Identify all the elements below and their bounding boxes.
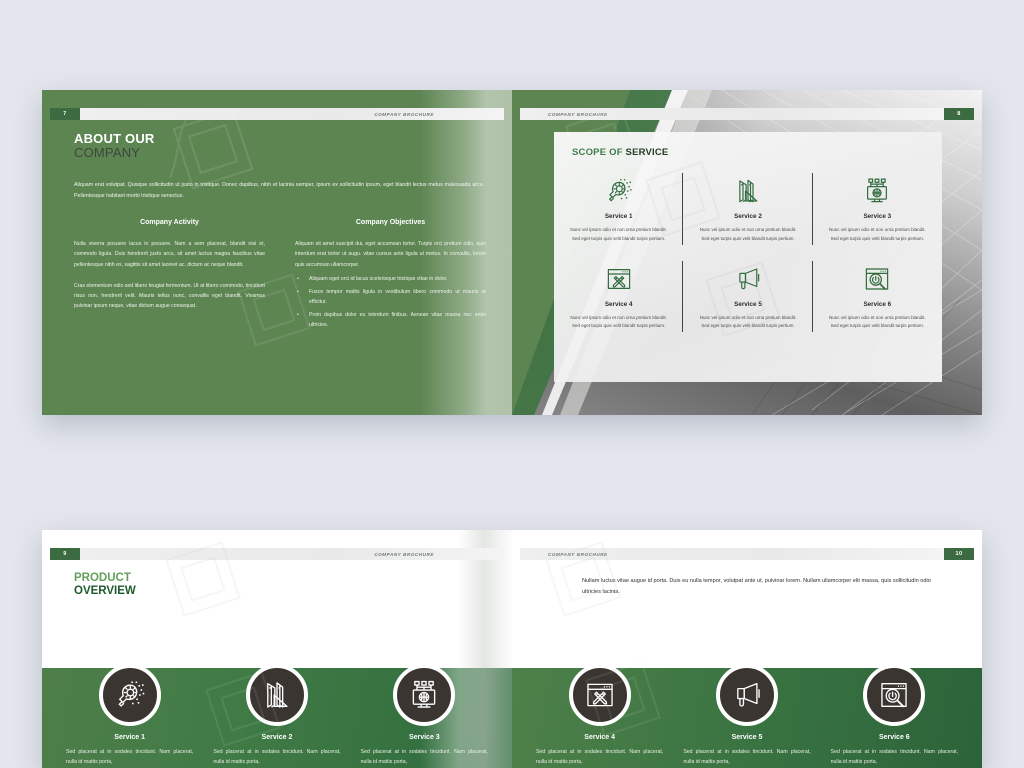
browser-design-tools-icon	[568, 664, 631, 727]
company-objectives-bullets: Aliquam eget orci id lacus scelerisque t…	[295, 274, 486, 331]
page7-title-line2: COMPANY	[74, 145, 141, 161]
page7-number-badge: 7	[50, 108, 80, 120]
page10-header: COMPANY BROCHURE 10	[512, 548, 982, 560]
page9-brand-label: COMPANY BROCHURE	[374, 551, 434, 557]
page10-intro-paragraph: Nullam luctus vitae augue id porta. Duis…	[582, 578, 931, 596]
page7-title-line1: ABOUT OUR	[74, 131, 155, 146]
page10-number-badge: 10	[944, 548, 974, 560]
monitor-network-icon	[393, 664, 456, 727]
overview-item-desc: Sed placerat at in sodales tincidunt. Na…	[66, 749, 194, 766]
lightbulb-gear-icon	[568, 172, 669, 210]
overview-item-6[interactable]: Service 6 Sed placerat at in sodales tin…	[821, 664, 968, 768]
scope-of-service-title: SCOPE OF SERVICE	[554, 132, 942, 158]
page7-columns: Company Activity Nulla viverra posuere l…	[74, 219, 486, 330]
service-desc: Nunc vel ipsum odio et non urna pretium …	[699, 314, 797, 329]
page10-service-circles: Service 4 Sed placerat at in sodales tin…	[526, 664, 968, 768]
page-scope-of-service: COMPANY BROCHURE 8 SCOPE OF SERVICE Serv…	[512, 90, 982, 415]
page8-header-bar: COMPANY BROCHURE	[520, 108, 944, 120]
service-desc: Nunc vel ipsum odio et non urna pretium …	[570, 227, 667, 241]
overview-item-name: Service 1	[114, 734, 146, 742]
list-item: Aliquam eget orci id lacus scelerisque t…	[295, 274, 486, 284]
overview-item-desc: Sed placerat at in sodales tincidunt. Na…	[830, 749, 958, 766]
service-cell-6[interactable]: Service 6 Nunc vel ipsum odio et non urn…	[813, 253, 942, 341]
service-cell-4[interactable]: Service 4 Nunc vel ipsum odio et non urn…	[554, 253, 684, 341]
page-about-our-company: 7 COMPANY BROCHURE ABOUT OUR COMPANY Ali…	[42, 90, 512, 415]
service-desc: Nunc vel ipsum odio et non urna pretium …	[570, 314, 667, 329]
overview-item-desc: Sed placerat at in sodales tincidunt. Na…	[683, 749, 811, 766]
page9-header-bar: COMPANY BROCHURE	[80, 548, 504, 560]
company-objectives-paragraph-1: Aliquam sit amet suscipit dui, eget accu…	[295, 241, 486, 268]
lightbulb-gear-icon	[98, 664, 161, 727]
page7-title: ABOUT OUR COMPANY	[74, 131, 486, 161]
list-item: Proin dapibus dolor eu interdum finibus.…	[295, 310, 486, 330]
service-name: Service 2	[734, 213, 762, 220]
service-desc: Nunc vel ipsum odio et non urna pretium …	[829, 314, 926, 329]
page8-number-badge: 8	[944, 108, 974, 120]
list-item: Fusce tempor mattis ligula in vestibulum…	[295, 287, 486, 307]
page9-number-badge: 9	[50, 548, 80, 560]
page8-header: COMPANY BROCHURE 8	[512, 108, 982, 120]
magnifier-power-icon	[863, 664, 926, 727]
service-desc: Nunc vel ipsum odio et non urna pretium …	[699, 227, 797, 241]
company-objectives-heading: Company Objectives	[355, 219, 426, 227]
overview-item-name: Service 4	[584, 734, 616, 742]
brochure-mockup-canvas: 7 COMPANY BROCHURE ABOUT OUR COMPANY Ali…	[0, 0, 1024, 768]
overview-item-name: Service 6	[878, 734, 910, 742]
scope-title-line1: SCOPE OF	[572, 147, 626, 158]
page9-service-circles: Service 1 Sed placerat at in sodales tin…	[56, 664, 498, 768]
overview-item-3[interactable]: Service 3 Sed placerat at in sodales tin…	[351, 664, 498, 768]
page7-intro-paragraph: Aliquam erat volutpat. Quisque sollicitu…	[74, 182, 484, 199]
overview-item-name: Service 3	[408, 734, 440, 742]
company-activity-paragraph-2: Cras elementum odio sed libero feugiat f…	[74, 282, 265, 309]
service-name: Service 1	[604, 213, 633, 220]
page-services-detail: COMPANY BROCHURE 10 Nullam luctus vitae …	[512, 530, 982, 768]
service-cell-2[interactable]: Service 2 Nunc vel ipsum odio et non urn…	[683, 165, 813, 253]
scope-of-service-card: SCOPE OF SERVICE Service 1 Nunc vel ipsu…	[554, 132, 942, 382]
page9-title: PRODUCT OVERVIEW	[74, 572, 136, 598]
service-cell-5[interactable]: Service 5 Nunc vel ipsum odio et non urn…	[683, 253, 813, 341]
page9-title-line1: PRODUCT	[74, 572, 131, 584]
page-product-overview: 9 COMPANY BROCHURE PRODUCT OVERVIEW Serv…	[42, 530, 512, 768]
pencils-ruler-icon	[697, 172, 798, 210]
page9-title-line2: OVERVIEW	[74, 584, 136, 597]
company-activity-heading: Company Activity	[140, 219, 199, 227]
magnifier-power-icon	[827, 260, 928, 298]
page9-header: 9 COMPANY BROCHURE	[42, 548, 512, 560]
pencils-ruler-icon	[245, 664, 308, 727]
service-name: Service 5	[734, 300, 762, 308]
service-name: Service 6	[863, 300, 892, 308]
overview-item-5[interactable]: Service 5 Sed placerat at in sodales tin…	[673, 664, 820, 768]
overview-item-name: Service 2	[261, 734, 293, 742]
page7-content: ABOUT OUR COMPANY Aliquam erat volutpat.…	[74, 131, 486, 330]
page8-brand-label: COMPANY BROCHURE	[548, 111, 608, 117]
overview-item-2[interactable]: Service 2 Sed placerat at in sodales tin…	[203, 664, 350, 768]
page7-column-objectives: Company Objectives Aliquam sit amet susc…	[295, 219, 486, 330]
page7-brand-label: COMPANY BROCHURE	[374, 111, 434, 117]
page7-header: 7 COMPANY BROCHURE	[42, 108, 512, 120]
overview-item-desc: Sed placerat at in sodales tincidunt. Na…	[213, 749, 341, 766]
company-activity-paragraph-1: Nulla viverra posuere lacus in posuere. …	[74, 241, 265, 268]
page10-header-bar: COMPANY BROCHURE	[520, 548, 944, 560]
page10-brand-label: COMPANY BROCHURE	[548, 551, 608, 557]
megaphone-icon	[697, 260, 798, 298]
monitor-network-icon	[827, 172, 928, 210]
overview-item-1[interactable]: Service 1 Sed placerat at in sodales tin…	[56, 664, 203, 768]
page7-column-activity: Company Activity Nulla viverra posuere l…	[74, 219, 265, 330]
page7-header-bar: COMPANY BROCHURE	[80, 108, 504, 120]
megaphone-icon	[715, 664, 778, 727]
service-name: Service 3	[863, 213, 892, 220]
service-desc: Nunc vel ipsum odio et non urna pretium …	[829, 227, 926, 241]
overview-item-desc: Sed placerat at in sodales tincidunt. Na…	[536, 749, 664, 766]
service-cell-1[interactable]: Service 1 Nunc vel ipsum odio et non urn…	[554, 165, 684, 253]
overview-item-4[interactable]: Service 4 Sed placerat at in sodales tin…	[526, 664, 673, 768]
scope-title-line2: SERVICE	[625, 147, 669, 158]
browser-design-tools-icon	[568, 260, 669, 298]
services-grid: Service 1 Nunc vel ipsum odio et non urn…	[554, 165, 942, 340]
overview-item-desc: Sed placerat at in sodales tincidunt. Na…	[360, 749, 488, 766]
service-name: Service 4	[604, 300, 633, 308]
spread-bottom: 9 COMPANY BROCHURE PRODUCT OVERVIEW Serv…	[42, 530, 982, 768]
service-cell-3[interactable]: Service 3 Nunc vel ipsum odio et non urn…	[813, 165, 942, 253]
spread-top: 7 COMPANY BROCHURE ABOUT OUR COMPANY Ali…	[42, 90, 982, 415]
overview-item-name: Service 5	[731, 734, 763, 742]
